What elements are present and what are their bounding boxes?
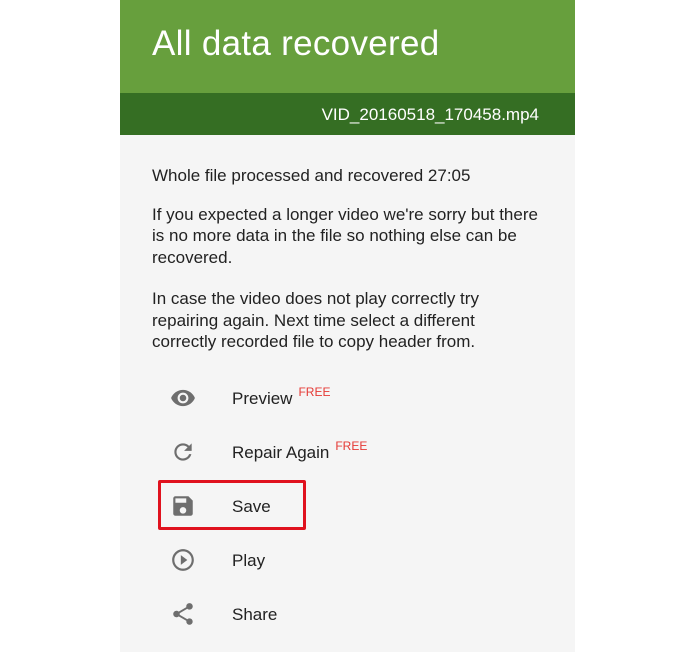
page-title: All data recovered xyxy=(152,24,440,63)
message-body: Whole file processed and recovered 27:05… xyxy=(120,135,575,353)
eye-icon xyxy=(170,385,196,411)
app-screen: All data recovered VID_20160518_170458.m… xyxy=(120,0,575,652)
free-badge: FREE xyxy=(298,385,331,399)
filename-bar: VID_20160518_170458.mp4 xyxy=(120,93,575,135)
preview-button[interactable]: Preview FREE xyxy=(120,372,575,426)
status-message: Whole file processed and recovered 27:05 xyxy=(152,166,471,185)
hint-message: In case the video does not play correctl… xyxy=(152,289,479,351)
play-circle-icon xyxy=(170,547,196,573)
refresh-icon xyxy=(170,439,196,465)
repair-again-button[interactable]: Repair Again FREE xyxy=(120,426,575,480)
play-button[interactable]: Play xyxy=(120,534,575,588)
share-icon xyxy=(170,601,196,627)
share-button[interactable]: Share xyxy=(120,588,575,642)
save-highlight-box xyxy=(158,480,306,530)
play-label: Play xyxy=(232,551,266,570)
preview-label: Preview xyxy=(232,389,293,408)
filename-label: VID_20160518_170458.mp4 xyxy=(321,105,539,124)
header-bar: All data recovered xyxy=(120,0,575,93)
info-message: If you expected a longer video we're sor… xyxy=(152,204,538,267)
repair-again-label: Repair Again xyxy=(232,443,330,462)
share-label: Share xyxy=(232,605,278,624)
free-badge: FREE xyxy=(335,439,368,453)
